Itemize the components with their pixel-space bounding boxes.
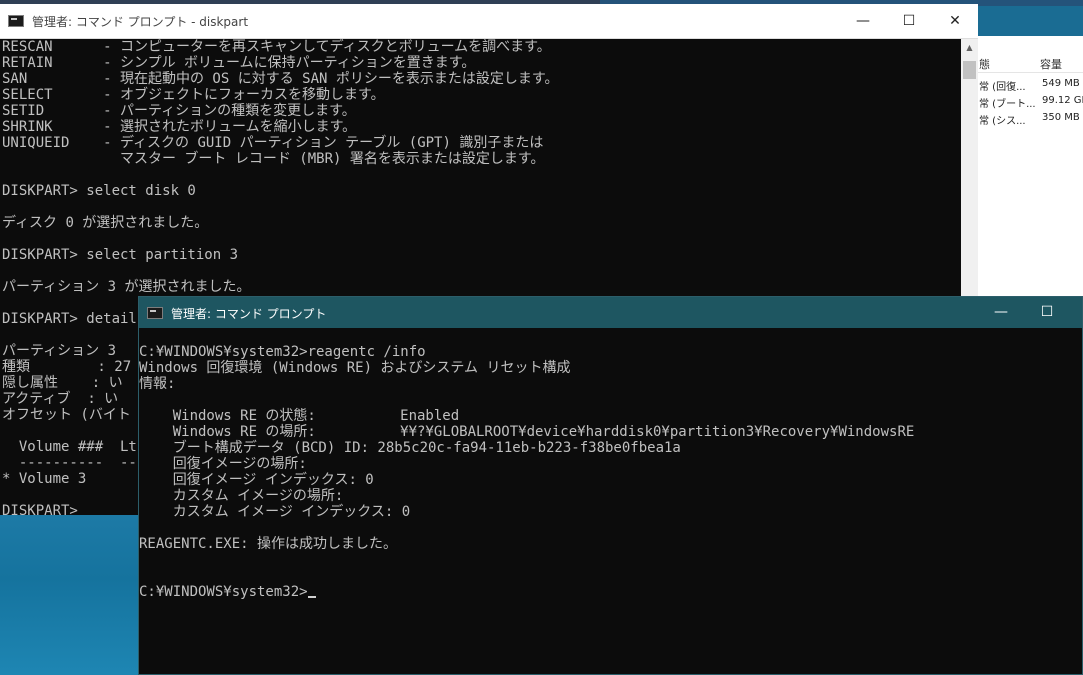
explorer-row[interactable]: 常 (回復... 549 MB xyxy=(976,76,1083,93)
console-line: ディスク 0 が選択されました。 xyxy=(2,215,209,231)
diskpart-titlebar[interactable]: 管理者: コマンド プロンプト - diskpart — ☐ ✕ xyxy=(0,4,978,39)
console-icon xyxy=(8,15,24,27)
window-title: 管理者: コマンド プロンプト xyxy=(171,307,327,321)
row-size: 99.12 GB xyxy=(1042,95,1083,106)
row-status: 常 (シス... xyxy=(979,116,1026,127)
prompt-text: C:¥WINDOWS¥system32> xyxy=(139,584,308,600)
console-line: Windows 回復環境 (Windows RE) およびシステム リセット構成 xyxy=(139,360,571,376)
console-line: SAN - 現在起動中の OS に対する SAN ポリシーを表示または設定します… xyxy=(2,71,559,87)
console-output[interactable]: C:¥WINDOWS¥system32>reagentc /info Window… xyxy=(139,328,1082,674)
console-line: 回復イメージ インデックス: 0 xyxy=(139,472,374,488)
console-line: UNIQUEID - ディスクの GUID パーティション テーブル (GPT)… xyxy=(2,135,544,151)
desktop-background xyxy=(0,515,140,675)
console-line: マスター ブート レコード (MBR) 署名を表示または設定します。 xyxy=(2,151,545,167)
maximize-button[interactable]: ☐ xyxy=(886,4,932,38)
maximize-button[interactable]: ☐ xyxy=(1024,297,1070,328)
text-cursor xyxy=(307,596,316,598)
column-status-header[interactable]: 態 xyxy=(979,56,990,72)
console-icon xyxy=(147,307,163,319)
row-size: 549 MB xyxy=(1042,78,1080,89)
column-size-header[interactable]: 容量 xyxy=(1040,56,1062,72)
minimize-button[interactable]: — xyxy=(840,4,886,38)
row-status: 常 (回復... xyxy=(979,82,1026,93)
console-line: REAGENTC.EXE: 操作は成功しました。 xyxy=(139,536,398,552)
explorer-row[interactable]: 常 (シス... 350 MB xyxy=(976,110,1083,127)
disk-management-window: 態 容量 常 (回復... 549 MB 常 (ブート... 99.12 GB … xyxy=(963,36,1083,296)
console-line: カスタム イメージの場所: xyxy=(139,488,344,504)
console-line: DISKPART> select partition 3 xyxy=(2,247,239,263)
console-line: RETAIN - シンプル ボリュームに保持パーティションを置きます。 xyxy=(2,55,476,71)
console-line: RESCAN - コンピューターを再スキャンしてディスクとボリュームを調べます。 xyxy=(2,39,551,55)
console-line: SETID - パーティションの種類を変更します。 xyxy=(2,103,356,119)
command-prompt-window[interactable]: 管理者: コマンド プロンプト — ☐ C:¥WINDOWS¥system32>… xyxy=(138,296,1083,675)
console-line: DISKPART> select disk 0 xyxy=(2,183,196,199)
console-line: SHRINK - 選択されたボリュームを縮小します。 xyxy=(2,119,357,135)
row-status: 常 (ブート... xyxy=(979,99,1036,110)
close-button[interactable]: ✕ xyxy=(932,4,978,38)
scrollbar-thumb[interactable] xyxy=(963,61,976,79)
console-line: Windows RE の場所: ¥¥?¥GLOBALROOT¥device¥ha… xyxy=(139,424,915,440)
console-line: SELECT - オブジェクトにフォーカスを移動します。 xyxy=(2,87,385,103)
console-line: C:¥WINDOWS¥system32>reagentc /info xyxy=(139,344,426,360)
console-line: 情報: xyxy=(139,376,176,392)
row-size: 350 MB xyxy=(1042,112,1080,123)
console-line: パーティション 3 が選択されました。 xyxy=(2,279,251,295)
explorer-row[interactable]: 常 (ブート... 99.12 GB xyxy=(976,93,1083,110)
minimize-button[interactable]: — xyxy=(978,297,1024,328)
console-line: Windows RE の状態: Enabled xyxy=(139,408,460,424)
window-title: 管理者: コマンド プロンプト - diskpart xyxy=(32,15,249,29)
console-line: カスタム イメージ インデックス: 0 xyxy=(139,504,411,520)
command-prompt-line[interactable]: C:¥WINDOWS¥system32> xyxy=(139,584,1082,600)
scroll-up-arrow-icon[interactable]: ▲ xyxy=(961,39,978,56)
explorer-column-header: 態 容量 xyxy=(976,54,1083,73)
console-line: 回復イメージの場所: xyxy=(139,456,307,472)
console-line: ブート構成データ (BCD) ID: 28b5c20c-fa94-11eb-b2… xyxy=(139,440,681,456)
cmd-titlebar[interactable]: 管理者: コマンド プロンプト — ☐ xyxy=(139,297,1082,328)
